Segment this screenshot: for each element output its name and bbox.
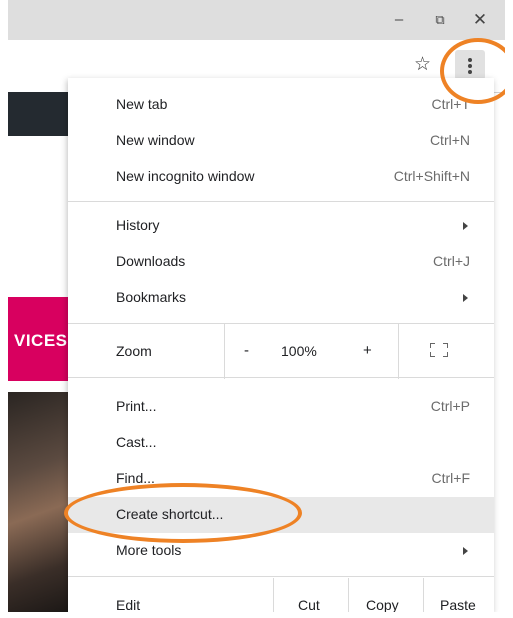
bookmark-star-icon[interactable]: ☆ [414,53,431,76]
menu-item-label: New window [116,132,195,148]
menu-item-shortcut: Ctrl+P [430,398,470,414]
menu-item-new-tab[interactable]: New tab Ctrl+T [68,87,494,123]
menu-item-shortcut: Ctrl+N [429,132,470,148]
copy-button[interactable]: Copy [366,597,399,612]
menu-item-shortcut: Ctrl+F [431,470,471,486]
restore-icon[interactable]: ⧉ [429,8,451,32]
edit-label: Edit [116,597,141,612]
page-banner: VICES [8,297,68,381]
zoom-level: 100% [281,343,317,359]
menu-item-shortcut: Ctrl+J [433,253,470,269]
minimize-icon[interactable]: – [388,8,410,32]
submenu-arrow-icon [463,547,468,555]
cut-button[interactable]: Cut [298,597,320,612]
close-icon[interactable]: ✕ [469,8,491,32]
zoom-in-button[interactable]: + [363,342,372,359]
zoom-out-button[interactable]: - [244,342,249,359]
menu-separator [68,377,494,378]
submenu-arrow-icon [463,294,468,302]
menu-separator [68,323,494,324]
title-bar: – ⧉ ✕ [8,0,505,40]
edit-divider [423,578,424,612]
browser-window: – ⧉ ✕ ☆ VICES New tab Ctrl+T New window … [8,0,505,612]
menu-item-print[interactable]: Print... Ctrl+P [68,389,494,425]
zoom-divider [398,323,399,379]
edit-divider [273,578,274,612]
menu-item-cast[interactable]: Cast... [68,425,494,461]
zoom-divider [224,323,225,379]
page-banner-text: VICES [14,331,68,350]
menu-separator [68,576,494,577]
menu-item-label: History [116,217,160,233]
menu-item-label: Downloads [116,253,186,269]
menu-item-history[interactable]: History [68,208,494,244]
menu-item-bookmarks[interactable]: Bookmarks [68,280,494,316]
page-header-strip [8,92,68,136]
edit-row: Edit Cut Copy Paste [68,578,494,612]
menu-item-label: New tab [116,96,168,112]
submenu-arrow-icon [463,222,468,230]
fullscreen-icon[interactable] [430,343,448,357]
menu-item-label: Cast... [116,434,157,450]
menu-item-label: Print... [116,398,157,414]
paste-button[interactable]: Paste [440,597,476,612]
menu-item-shortcut: Ctrl+Shift+N [393,168,470,184]
menu-item-label: More tools [116,542,182,558]
zoom-label: Zoom [116,343,152,359]
edit-divider [348,578,349,612]
menu-item-downloads[interactable]: Downloads Ctrl+J [68,244,494,280]
menu-separator [68,201,494,202]
menu-item-new-incognito-window[interactable]: New incognito window Ctrl+Shift+N [68,159,494,195]
zoom-row: Zoom - 100% + [68,323,494,379]
menu-item-label: Bookmarks [116,289,187,305]
menu-item-new-window[interactable]: New window Ctrl+N [68,123,494,159]
background-page: VICES [8,92,68,612]
page-photo [8,392,68,612]
annotation-ring-create-shortcut [64,483,302,543]
menu-item-label: New incognito window [116,168,255,184]
